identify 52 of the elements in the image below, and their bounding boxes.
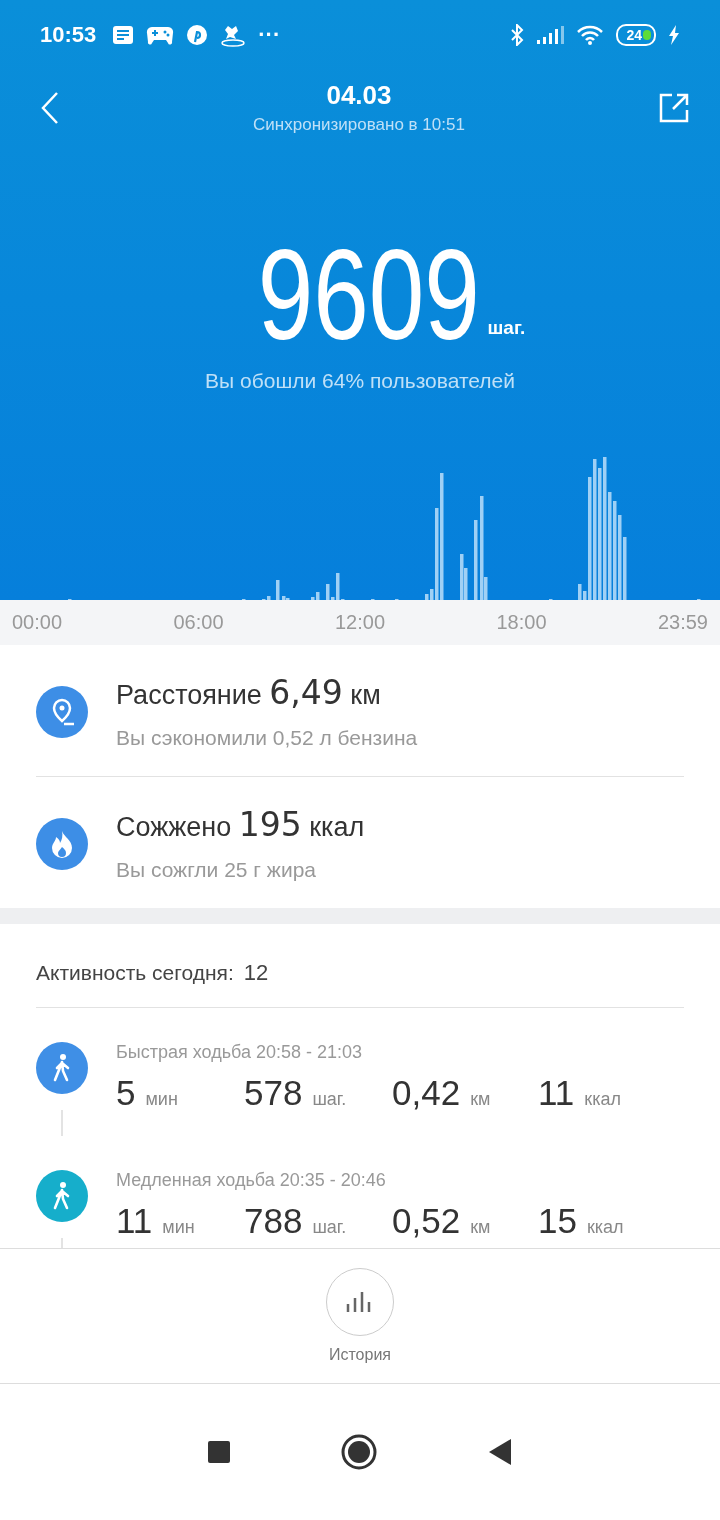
back-nav-icon[interactable] [487, 1438, 513, 1466]
metric-unit: ккал [586, 1217, 624, 1238]
stat-title: Сожжено 195 ккал [116, 805, 365, 844]
metric-value: 5 [116, 1073, 136, 1113]
more-notifications: ··· [258, 22, 281, 48]
comparison-text: Вы обошли 64% пользователей [205, 369, 515, 393]
activity-title: Медленная ходьба 20:35 - 20:46 [116, 1170, 387, 1191]
axis-label: 23:59 [657, 611, 708, 634]
axis-label: 00:00 [12, 611, 63, 634]
gamepad-icon [146, 25, 175, 45]
status-time: 10:53 [40, 22, 97, 48]
axis-label: 12:00 [334, 611, 386, 634]
stat-title: Расстояние 6,49 км [116, 673, 382, 712]
metric-value: 11 [116, 1201, 153, 1241]
metric-unit: мин [145, 1089, 178, 1110]
history-label: История [328, 1346, 391, 1364]
chart-bar [276, 580, 280, 600]
signal-icon [536, 25, 565, 45]
activity-count: 12 [243, 959, 269, 986]
step-count: 9609 [257, 245, 480, 345]
activity-label: Активность сегодня: [36, 960, 234, 985]
metric-value: 0,42 [392, 1073, 461, 1113]
recents-icon[interactable] [207, 1440, 231, 1464]
metric-unit: км [470, 1089, 491, 1110]
date-title: 04.03 [326, 80, 392, 111]
battery-indicator: 24 [616, 24, 656, 46]
axis-label: 06:00 [173, 611, 224, 634]
sync-status: Синхронизировано в 10:51 [253, 115, 465, 135]
metric-unit: шаг. [312, 1217, 347, 1238]
metric-value: 11 [538, 1073, 575, 1113]
home-icon[interactable] [341, 1434, 377, 1470]
axis-label: 18:00 [496, 611, 547, 634]
metric-unit: шаг. [312, 1089, 347, 1110]
metric-value: 788 [244, 1201, 303, 1241]
wifi-icon [576, 24, 605, 46]
activity-title: Быстрая ходьба 20:58 - 21:03 [116, 1042, 364, 1063]
metric-value: 0,52 [392, 1201, 461, 1241]
bluetooth-icon [510, 24, 525, 46]
stat-note: Вы сэкономили 0,52 л бензина [116, 726, 418, 750]
metric-value: 15 [538, 1201, 577, 1241]
stat-note: Вы сожгли 25 г жира [116, 858, 317, 882]
metric-unit: мин [162, 1217, 195, 1238]
charging-bolt-icon [668, 25, 680, 45]
share-icon[interactable] [658, 91, 690, 124]
metric-unit: ккал [584, 1089, 621, 1110]
app-icon [220, 23, 247, 47]
pin-app-icon [186, 24, 209, 46]
metric-value: 578 [244, 1073, 303, 1113]
back-icon[interactable] [40, 90, 60, 125]
metric-unit: км [470, 1217, 491, 1238]
steps-unit: шаг. [487, 317, 526, 339]
notes-icon [112, 25, 135, 45]
